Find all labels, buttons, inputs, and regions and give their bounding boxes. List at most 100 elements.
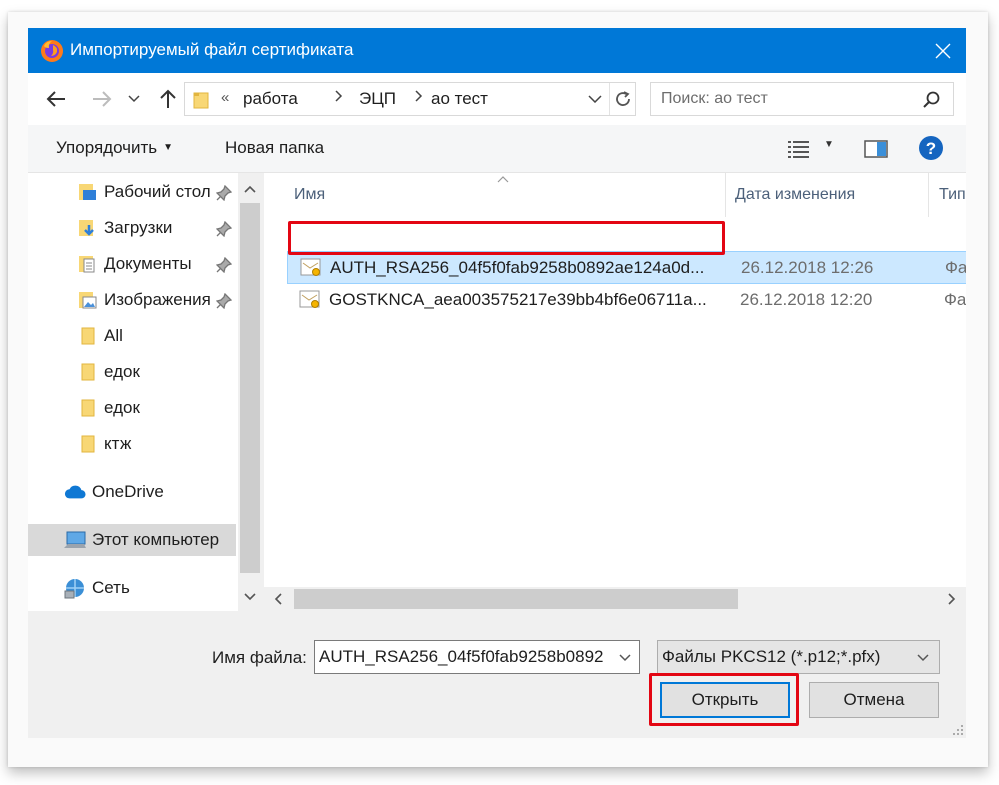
forward-button[interactable] — [88, 85, 116, 113]
nav-item-label: Рабочий стол — [104, 182, 211, 201]
nav-item-onedrive[interactable]: OneDrive — [64, 476, 234, 508]
folder-icon — [76, 433, 98, 455]
file-type-filter-select[interactable]: Файлы PKCS12 (*.p12;*.pfx) — [657, 640, 940, 674]
search-placeholder: Поиск: ао тест — [661, 90, 768, 107]
breadcrumb-separator — [415, 89, 423, 106]
file-name: GOSTKNCA_aea003575217e39bb4bf6e06711a... — [329, 290, 707, 309]
back-button[interactable] — [42, 85, 70, 113]
file-row[interactable]: AUTH_RSA256_04f5f0fab9258b0892ae124a0d..… — [287, 251, 966, 284]
nav-item-downloads[interactable]: Загрузки — [76, 212, 236, 244]
scroll-left-button[interactable] — [266, 587, 290, 611]
breadcrumb-item[interactable]: работа — [243, 89, 298, 109]
chevron-right-icon — [948, 593, 956, 605]
column-header-name[interactable]: Имя — [294, 173, 325, 217]
resize-grip-icon[interactable] — [952, 724, 964, 736]
navigation-pane: Рабочий стол Загрузки Документы Изображе… — [28, 173, 262, 611]
chevron-up-icon — [244, 185, 256, 193]
pin-icon[interactable] — [216, 221, 232, 237]
column-divider[interactable] — [928, 173, 929, 217]
pin-icon[interactable] — [216, 293, 232, 309]
nav-item-label: Изображения — [104, 290, 211, 309]
scrollbar-thumb[interactable] — [240, 203, 260, 573]
scroll-right-button[interactable] — [940, 587, 964, 611]
title-bar: Импортируемый файл сертификата — [28, 28, 966, 73]
breadcrumb-item[interactable]: ЭЦП — [359, 89, 396, 109]
nav-item-desktop[interactable]: Рабочий стол — [76, 176, 236, 208]
file-row[interactable]: GOSTKNCA_aea003575217e39bb4bf6e06711a...… — [287, 284, 966, 317]
nav-item-label: Документы — [104, 254, 192, 273]
arrow-up-icon — [160, 89, 176, 108]
search-input[interactable]: Поиск: ао тест — [650, 82, 954, 116]
chevron-down-icon[interactable] — [615, 647, 635, 667]
filename-combobox[interactable]: AUTH_RSA256_04f5f0fab9258b0892 — [314, 640, 640, 674]
preview-pane-icon[interactable] — [864, 140, 888, 158]
svg-text:?: ? — [926, 139, 936, 158]
scroll-down-button[interactable] — [238, 585, 262, 609]
pictures-folder-icon — [76, 289, 98, 311]
new-folder-button[interactable]: Новая папка — [225, 138, 324, 158]
open-file-dialog: Импортируемый файл сертификата « работа … — [28, 28, 966, 738]
nav-item-edok[interactable]: едок — [76, 392, 236, 424]
nav-item-label: Этот компьютер — [92, 530, 220, 549]
column-header-date[interactable]: Дата изменения — [735, 173, 855, 217]
highlight-box-selected-file — [288, 221, 725, 255]
pin-icon[interactable] — [216, 257, 232, 273]
network-icon — [64, 577, 86, 599]
refresh-button[interactable] — [609, 83, 635, 115]
file-type: Фай — [944, 290, 966, 309]
navigation-pane-scrollbar[interactable] — [238, 173, 262, 611]
scrollbar-thumb[interactable] — [294, 589, 738, 609]
nav-item-edok[interactable]: едок — [76, 356, 236, 388]
up-button[interactable] — [154, 85, 182, 113]
file-date: 26.12.2018 12:20 — [740, 290, 873, 309]
breadcrumb-item-current[interactable]: ао тест — [431, 89, 488, 109]
chevron-right-icon — [335, 90, 343, 102]
computer-icon — [64, 529, 86, 551]
highlight-box-open-button — [649, 673, 799, 726]
nav-item-network[interactable]: Сеть — [64, 572, 234, 604]
file-type-filter-value: Файлы PKCS12 (*.p12;*.pfx) — [662, 647, 881, 666]
arrow-right-icon — [93, 91, 112, 107]
nav-item-pictures[interactable]: Изображения — [76, 284, 216, 316]
navigation-bar: « работа ЭЦП ао тест Поиск: ао тест — [28, 73, 966, 125]
nav-item-all[interactable]: All — [76, 320, 236, 352]
pin-icon[interactable] — [216, 185, 232, 201]
chevron-down-icon — [588, 95, 602, 103]
chevron-down-icon — [244, 593, 256, 601]
chevron-right-icon — [415, 90, 423, 102]
search-icon — [923, 91, 940, 108]
filename-label: Имя файла: — [212, 648, 307, 667]
certificate-file-icon — [299, 290, 320, 308]
view-details-icon[interactable] — [788, 140, 810, 158]
breadcrumb-overflow[interactable]: « — [221, 89, 229, 106]
close-button[interactable] — [920, 28, 966, 73]
nav-item-this-pc[interactable]: Этот компьютер — [28, 524, 236, 556]
certificate-file-icon — [300, 258, 321, 276]
scroll-up-button[interactable] — [238, 177, 262, 201]
nav-item-label: OneDrive — [92, 482, 164, 501]
nav-item-label: ктж — [104, 434, 132, 453]
folder-icon — [76, 361, 98, 383]
address-bar[interactable]: « работа ЭЦП ао тест — [184, 82, 636, 116]
column-divider[interactable] — [725, 173, 726, 217]
recent-locations-button[interactable] — [124, 85, 144, 113]
nav-item-label: All — [104, 326, 123, 345]
cancel-button[interactable]: Отмена — [809, 682, 939, 718]
address-history-dropdown[interactable] — [583, 85, 607, 113]
caret-down-icon: ▼ — [163, 142, 174, 153]
command-toolbar: Упорядочить ▼ Новая папка ▼ ? — [28, 125, 966, 173]
window-title: Импортируемый файл сертификата — [70, 40, 354, 59]
nav-item-ktzh[interactable]: ктж — [76, 428, 236, 460]
nav-item-label: едок — [104, 362, 140, 381]
file-list-horizontal-scrollbar[interactable] — [264, 587, 966, 611]
view-options-caret-icon[interactable]: ▼ — [824, 139, 834, 150]
chevron-down-icon — [128, 95, 140, 103]
onedrive-cloud-icon — [64, 481, 86, 503]
column-header-type[interactable]: Тип — [939, 173, 966, 217]
help-icon[interactable]: ? — [918, 135, 944, 161]
nav-item-documents[interactable]: Документы — [76, 248, 236, 280]
organize-menu[interactable]: Упорядочить ▼ — [56, 138, 173, 158]
nav-item-label: Сеть — [92, 578, 130, 597]
filename-value[interactable]: AUTH_RSA256_04f5f0fab9258b0892 — [319, 647, 611, 667]
chevron-down-icon — [917, 654, 929, 662]
